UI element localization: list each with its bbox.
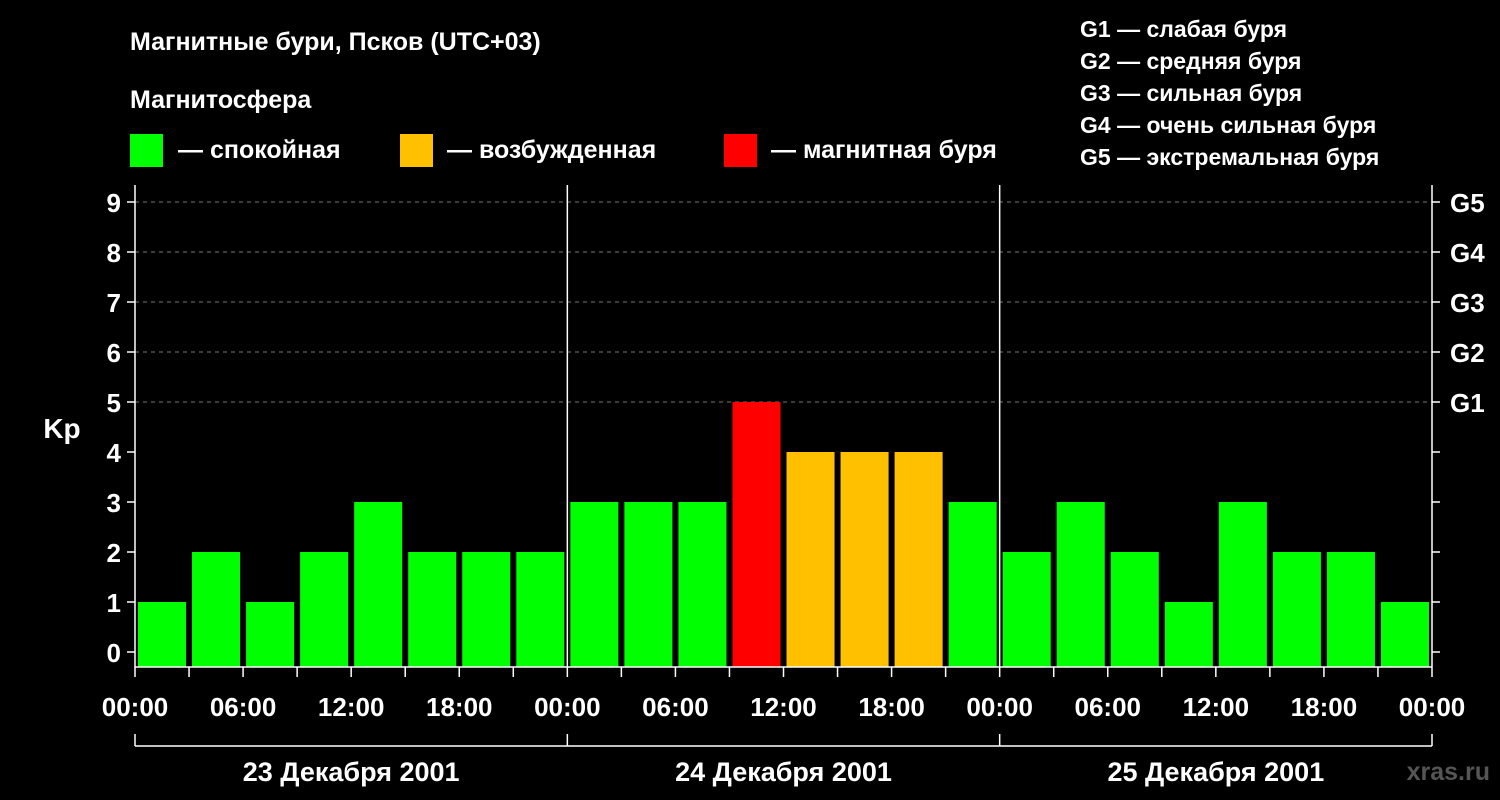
g-scale-g5: G5 — экстремальная буря	[1080, 144, 1379, 170]
kp-bar	[1164, 602, 1213, 667]
y-tick-label: 6	[107, 338, 121, 368]
x-tick-label: 12:00	[1183, 692, 1250, 722]
kp-bar	[1002, 552, 1051, 667]
g-level-label: G2	[1450, 338, 1485, 368]
x-tick-label: 06:00	[642, 692, 709, 722]
legend-label-quiet: — спокойная	[178, 136, 341, 164]
legend-swatch-active	[400, 134, 433, 167]
kp-chart-svg: Магнитные бури, Псков (UTC+03) Магнитосф…	[43, 16, 1490, 787]
day-label: 23 Декабря 2001	[243, 757, 460, 787]
x-tick-label: 00:00	[102, 692, 169, 722]
kp-bar	[1272, 552, 1321, 667]
y-tick-label: 4	[107, 438, 122, 468]
kp-bar	[516, 552, 565, 667]
legend-label-active: — возбужденная	[447, 136, 656, 164]
x-tick-label: 06:00	[1075, 692, 1142, 722]
kp-bar	[786, 452, 835, 667]
g-scale-g3: G3 — сильная буря	[1080, 80, 1302, 106]
kp-bar	[1326, 552, 1375, 667]
kp-bar	[408, 552, 457, 667]
kp-bar	[1218, 502, 1267, 667]
y-tick-label: 0	[107, 638, 121, 668]
g-level-label: G5	[1450, 188, 1485, 218]
x-tick-label: 18:00	[858, 692, 925, 722]
kp-bar	[1056, 502, 1105, 667]
g-level-label: G3	[1450, 288, 1485, 318]
day-label: 24 Декабря 2001	[675, 757, 892, 787]
kp-bar	[246, 602, 295, 667]
y-tick-label: 2	[107, 538, 121, 568]
kp-bar	[1110, 552, 1159, 667]
kp-bar	[462, 552, 511, 667]
x-tick-label: 00:00	[1399, 692, 1466, 722]
x-tick-label: 00:00	[534, 692, 601, 722]
x-tick-label: 12:00	[318, 692, 385, 722]
g-level-label: G4	[1450, 238, 1485, 268]
kp-bar	[1380, 602, 1429, 667]
y-tick-label: 7	[107, 288, 121, 318]
g-level-label: G1	[1450, 388, 1485, 418]
x-tick-label: 12:00	[750, 692, 817, 722]
watermark: xras.ru	[1407, 758, 1490, 786]
kp-bar	[732, 402, 781, 667]
kp-bar	[138, 602, 187, 667]
g-scale-g2: G2 — средняя буря	[1080, 48, 1301, 74]
legend-swatch-storm	[724, 134, 757, 167]
y-tick-label: 8	[107, 238, 121, 268]
y-tick-label: 3	[107, 488, 121, 518]
y-tick-label: 9	[107, 188, 121, 218]
bars-layer	[138, 402, 1429, 667]
kp-bar	[624, 502, 673, 667]
day-label: 25 Декабря 2001	[1107, 757, 1324, 787]
g-scale-g4: G4 — очень сильная буря	[1080, 112, 1376, 138]
g-scale-g1: G1 — слабая буря	[1080, 16, 1287, 42]
kp-bar	[894, 452, 943, 667]
grid-layer	[135, 201, 1432, 403]
kp-bar	[678, 502, 727, 667]
legend-swatch-quiet	[130, 134, 163, 167]
kp-bar	[192, 552, 241, 667]
x-tick-label: 06:00	[210, 692, 277, 722]
legend-label-storm: — магнитная буря	[771, 136, 997, 164]
kp-bar	[948, 502, 997, 667]
y-axis-label: Kp	[43, 413, 80, 444]
y-tick-label: 5	[107, 388, 121, 418]
kp-bar	[840, 452, 889, 667]
x-tick-label: 18:00	[1291, 692, 1358, 722]
x-tick-label: 18:00	[426, 692, 493, 722]
x-tick-label: 00:00	[966, 692, 1033, 722]
y-tick-label: 1	[107, 588, 121, 618]
chart-title: Магнитные бури, Псков (UTC+03)	[130, 28, 541, 56]
magnetosphere-label: Магнитосфера	[130, 86, 312, 114]
kp-bar	[570, 502, 619, 667]
kp-bar	[300, 552, 349, 667]
kp-bar	[354, 502, 403, 667]
